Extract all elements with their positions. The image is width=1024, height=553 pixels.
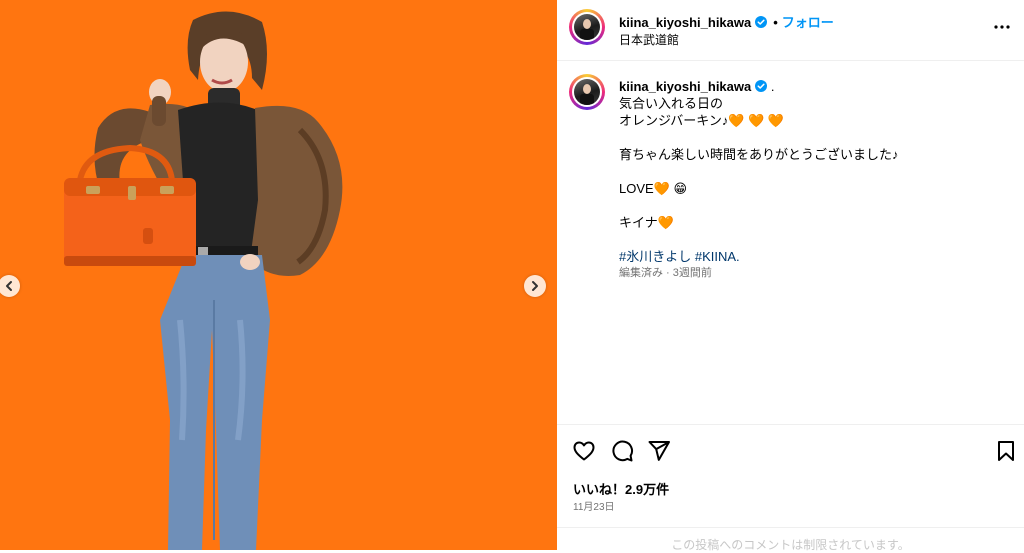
caption-line: キイナ🧡	[619, 215, 674, 230]
post-location[interactable]: 日本武道館	[619, 31, 679, 48]
caption-line: 気合い入れる日の	[619, 96, 724, 111]
author-username[interactable]: kiina_kiyoshi_hikawa	[619, 15, 751, 30]
post-actions: いいね！2.9万件 11月23日 この投稿へのコメントは制限されています。	[557, 424, 1024, 552]
bookmark-icon[interactable]	[994, 439, 1018, 463]
follow-button[interactable]: フォロー	[782, 15, 834, 30]
caption-hashtags: #氷川きよし #KIINA.	[619, 248, 1009, 265]
next-photo-button[interactable]	[524, 275, 546, 297]
chevron-right-icon	[532, 281, 538, 291]
heart-icon[interactable]	[572, 439, 596, 463]
caption-line: LOVE🧡 😁	[619, 181, 688, 196]
post-media[interactable]	[0, 0, 557, 550]
caption-line: オレンジバーキン♪🧡 🧡 🧡	[619, 113, 785, 128]
chevron-left-icon	[6, 281, 12, 291]
verified-badge-icon	[755, 16, 768, 28]
caption-suffix: .	[770, 79, 775, 94]
comment-icon[interactable]	[610, 439, 634, 463]
separator-dot: •	[773, 15, 778, 30]
post-side-panel: kiina_kiyoshi_hikawa • フォロー 日本武道館 kiina_ki…	[557, 0, 1024, 552]
verified-badge-icon	[755, 80, 768, 92]
author-name-row: kiina_kiyoshi_hikawa • フォロー	[619, 12, 834, 31]
caption-line: 育ちゃん楽しい時間をありがとうございました♪	[619, 147, 899, 162]
share-icon[interactable]	[647, 439, 671, 463]
post-date[interactable]: 11月23日	[573, 498, 615, 513]
hashtag-link[interactable]: #KIINA.	[695, 249, 740, 264]
more-options-icon[interactable]	[992, 17, 1012, 37]
post-caption: kiina_kiyoshi_hikawa . 気合い入れる日の オレンジバーキン…	[619, 78, 1009, 282]
post-header: kiina_kiyoshi_hikawa • フォロー 日本武道館	[557, 0, 1024, 61]
caption-username[interactable]: kiina_kiyoshi_hikawa	[619, 79, 751, 94]
post-photo	[0, 0, 557, 550]
author-avatar[interactable]	[569, 9, 605, 45]
like-count[interactable]: いいね！2.9万件	[573, 479, 669, 498]
comment-restricted-text: この投稿へのコメントは制限されています。	[671, 538, 910, 552]
hashtag-link[interactable]: #氷川きよし	[619, 249, 691, 264]
caption-author-avatar[interactable]	[569, 74, 605, 110]
caption-meta: 編集済み · 3週間前	[619, 267, 712, 279]
comment-restricted-area: この投稿へのコメントは制限されています。	[557, 527, 1024, 552]
